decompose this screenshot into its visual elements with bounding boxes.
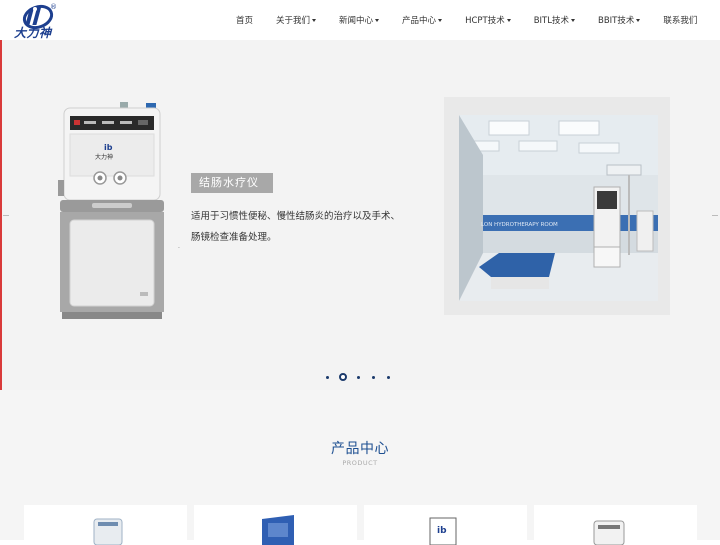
product-card[interactable] <box>534 505 697 545</box>
accent-edge <box>0 40 2 390</box>
caret-down-icon <box>636 18 641 22</box>
section-title: 产品中心 <box>331 441 389 457</box>
description-line: 适用于习惯性便秘、慢性结肠炎的治疗以及手术、 <box>191 211 401 222</box>
brand-logo[interactable]: 大力神 ® <box>0 0 70 40</box>
brand-name: 大力神 <box>14 26 52 40</box>
nav-item-label: HCPT技术 <box>465 16 505 26</box>
machine-logo-text: 大力神 <box>95 153 113 161</box>
product-thumbnail <box>93 518 123 545</box>
product-title: 结肠水疗仪 <box>191 173 273 193</box>
nav-item-label: 关于我们 <box>276 16 311 26</box>
nav-item-news[interactable]: 新闻中心 <box>339 14 380 26</box>
nav-item-about[interactable]: 关于我们 <box>276 14 317 26</box>
treatment-room-photo: LON HYDROTHERAPY ROOM <box>459 115 658 301</box>
carousel-prev-hint[interactable] <box>3 215 9 216</box>
carousel-next-hint[interactable] <box>712 215 718 216</box>
carousel-dot-4[interactable] <box>372 375 375 379</box>
nav-item-label: 新闻中心 <box>339 16 374 26</box>
nav-item-hcpt[interactable]: HCPT技术 <box>465 14 511 26</box>
product-card-list: ib <box>24 505 704 545</box>
room-wall-text: LON HYDROTHERAPY ROOM <box>481 222 558 228</box>
carousel-dot-5[interactable] <box>387 375 390 379</box>
nav-item-label: 联系我们 <box>663 16 698 26</box>
nav-item-label: BBIT技术 <box>598 16 635 26</box>
product-thumbnail: ib <box>429 517 457 545</box>
caret-down-icon <box>312 18 317 22</box>
nav-item-products[interactable]: 产品中心 <box>402 14 443 26</box>
section-subtitle: PRODUCT <box>342 459 378 467</box>
hero-carousel[interactable]: ib 大力神 · 结肠水疗仪 适用于习惯性便秘、慢性结肠炎的治疗以及手术、 肠镜… <box>0 40 720 390</box>
product-section: 产品中心 PRODUCT ib <box>0 390 720 545</box>
carousel-dot-3[interactable] <box>357 375 360 379</box>
nav-item-label: 产品中心 <box>402 16 437 26</box>
description-line: 肠镜检查准备处理。 <box>191 232 277 243</box>
svg-text:ib: ib <box>437 526 447 536</box>
carousel-dot-2-active[interactable] <box>339 373 347 381</box>
caret-down-icon <box>438 18 443 22</box>
product-thumbnail <box>262 515 294 545</box>
decorative-mark: · <box>178 245 180 252</box>
product-card[interactable]: ib <box>364 505 527 545</box>
product-description: 适用于习惯性便秘、慢性结肠炎的治疗以及手术、 肠镜检查准备处理。 <box>191 206 431 248</box>
site-header: 大力神 ® 首页 关于我们 新闻中心 产品中心 HCPT技术 BITL技术 BB… <box>0 0 720 40</box>
nav-item-label: 首页 <box>236 16 254 26</box>
caret-down-icon <box>506 18 511 22</box>
product-card[interactable] <box>194 505 357 545</box>
nav-item-bbit[interactable]: BBIT技术 <box>598 14 641 26</box>
main-nav: 首页 关于我们 新闻中心 产品中心 HCPT技术 BITL技术 BBIT技术 联… <box>236 0 697 40</box>
nav-item-bitl[interactable]: BITL技术 <box>534 14 575 26</box>
svg-text:ib: ib <box>104 143 113 152</box>
nav-item-home[interactable]: 首页 <box>236 14 253 26</box>
registered-mark: ® <box>50 3 57 11</box>
caret-down-icon <box>571 18 575 22</box>
colon-hydrotherapy-machine-image: ib 大力神 <box>58 102 164 319</box>
nav-item-contact[interactable]: 联系我们 <box>663 14 697 26</box>
product-thumbnail <box>593 520 625 545</box>
product-card[interactable] <box>24 505 187 545</box>
treatment-room-photo-frame: LON HYDROTHERAPY ROOM <box>444 97 670 315</box>
carousel-dot-1[interactable] <box>326 375 329 379</box>
nav-item-label: BITL技术 <box>533 16 569 26</box>
caret-down-icon <box>375 18 380 22</box>
carousel-indicators <box>326 373 402 381</box>
